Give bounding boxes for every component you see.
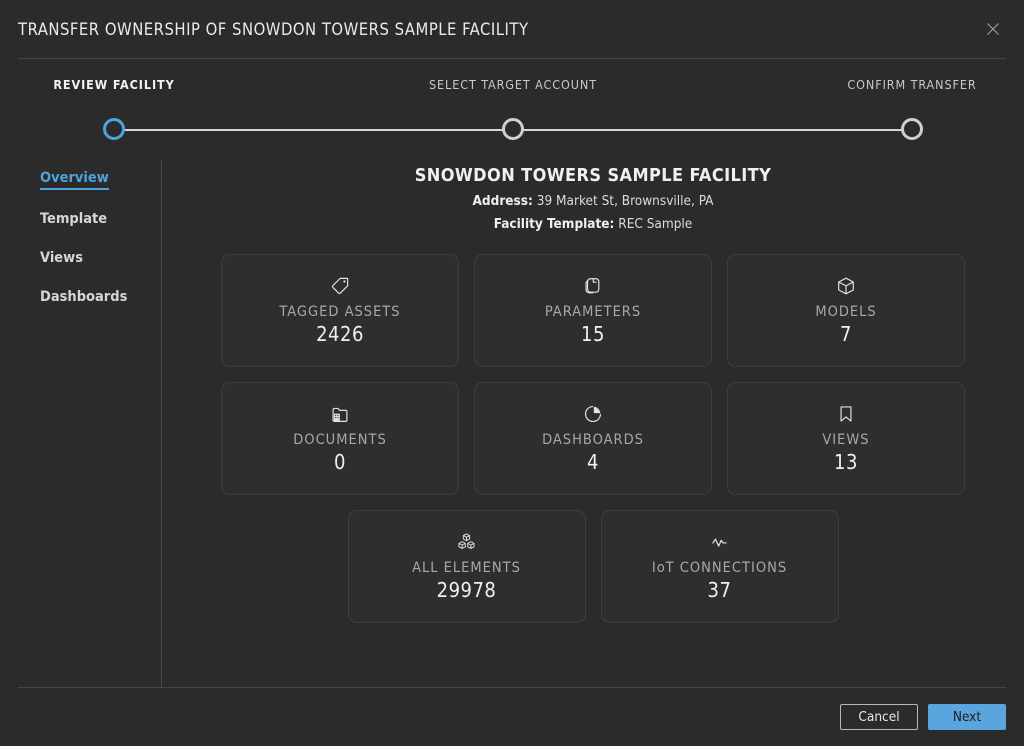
metric-value: 15 [581,322,605,346]
metric-card-documents[interactable]: DOCUMENTS 0 [221,382,459,495]
page-title: TRANSFER OWNERSHIP OF SNOWDON TOWERS SAM… [18,19,529,39]
step-dot-confirm-transfer[interactable] [901,118,923,140]
metric-label: DOCUMENTS [293,432,387,448]
metric-card-row: DOCUMENTS 0 DASHBOARDS 4 VIEWS 13 [221,382,966,495]
folder-building-icon [330,403,350,425]
metric-card-dashboards[interactable]: DASHBOARDS 4 [474,382,712,495]
close-icon[interactable] [980,16,1006,42]
facility-address-value: 39 Market St, Brownsville, PA [536,193,714,209]
facility-template-value: REC Sample [618,216,693,232]
metric-label: TAGGED ASSETS [279,304,401,320]
tag-icon [330,275,350,297]
facility-address-label: Address: [472,193,533,209]
modal-header: TRANSFER OWNERSHIP OF SNOWDON TOWERS SAM… [0,0,1024,58]
metric-label: ALL ELEMENTS [412,560,521,576]
metric-value: 13 [834,450,858,474]
modal-footer: Cancel Next [0,688,1024,746]
next-button[interactable]: Next [928,704,1006,730]
metric-cards: TAGGED ASSETS 2426 PARAMETERS 15 MODELS … [221,254,966,638]
metric-card-tagged-assets[interactable]: TAGGED ASSETS 2426 [221,254,459,367]
metric-card-iot-connections[interactable]: IoT CONNECTIONS 37 [600,510,839,623]
step-label-review-facility: REVIEW FACILITY [53,77,175,92]
cube-icon [836,275,856,297]
metric-label: IoT CONNECTIONS [651,560,788,576]
metric-label: DASHBOARDS [542,432,644,448]
metric-value: 29978 [436,578,497,602]
metric-label: VIEWS [822,432,870,448]
bookmark-icon [836,403,856,425]
metric-value: 4 [587,450,599,474]
facility-name: SNOWDON TOWERS SAMPLE FACILITY [414,165,772,186]
metric-label: MODELS [815,304,877,320]
metric-card-models[interactable]: MODELS 7 [727,254,965,367]
metric-card-row: ALL ELEMENTS 29978 IoT CONNECTIONS 37 [221,510,966,623]
step-dot-review-facility[interactable] [103,118,125,140]
metric-value: 2426 [316,322,364,346]
stacked-boxes-icon [456,531,477,553]
sidebar-nav: Overview Template Views Dashboards [0,159,162,687]
metric-card-all-elements[interactable]: ALL ELEMENTS 29978 [347,510,586,623]
modal-body: Overview Template Views Dashboards SNOWD… [0,151,1024,687]
sidebar-item-overview[interactable]: Overview [40,170,109,190]
activity-pulse-icon [709,531,730,553]
metric-value: 7 [840,322,852,346]
metric-value: 37 [707,578,732,602]
facility-template: Facility Template: REC Sample [494,216,693,232]
transfer-ownership-modal: TRANSFER OWNERSHIP OF SNOWDON TOWERS SAM… [0,0,1024,746]
cancel-button[interactable]: Cancel [840,704,918,730]
metric-value: 0 [334,450,346,474]
stepper-track [0,109,1024,151]
metric-card-views[interactable]: VIEWS 13 [727,382,965,495]
metric-card-row: TAGGED ASSETS 2426 PARAMETERS 15 MODELS … [221,254,966,367]
step-label-confirm-transfer: CONFIRM TRANSFER [847,77,977,92]
metric-label: PARAMETERS [544,304,642,320]
stepper-labels: REVIEW FACILITY SELECT TARGET ACCOUNT CO… [0,77,1024,97]
facility-template-label: Facility Template: [493,216,615,232]
sidebar-item-dashboards[interactable]: Dashboards [40,289,127,307]
facility-address: Address: 39 Market St, Brownsville, PA [473,193,714,209]
step-dot-select-target-account[interactable] [502,118,524,140]
pie-chart-icon [583,403,603,425]
sidebar-item-views[interactable]: Views [40,250,83,268]
copy-pages-icon [583,275,603,297]
sidebar-item-template[interactable]: Template [40,211,107,229]
wizard-stepper: REVIEW FACILITY SELECT TARGET ACCOUNT CO… [0,59,1024,151]
step-label-select-target-account: SELECT TARGET ACCOUNT [428,77,598,92]
metric-card-parameters[interactable]: PARAMETERS 15 [474,254,712,367]
overview-panel: SNOWDON TOWERS SAMPLE FACILITY Address: … [162,159,1024,687]
